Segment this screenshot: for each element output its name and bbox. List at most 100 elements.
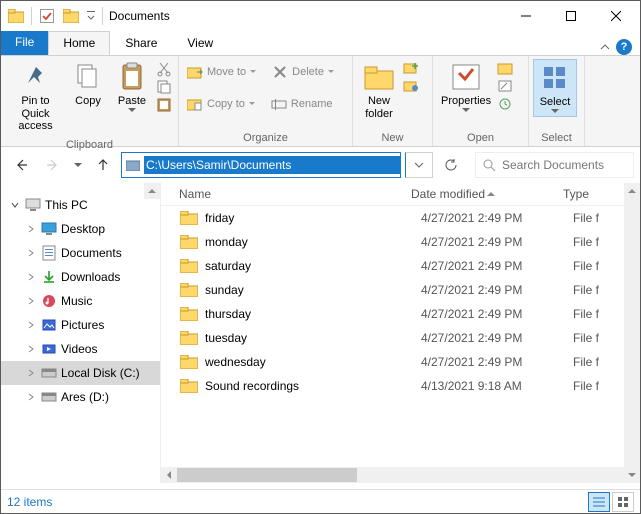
copy-to-icon [187, 96, 203, 112]
scroll-up-icon[interactable] [624, 183, 640, 199]
tab-home[interactable]: Home [48, 31, 110, 55]
navpane-scroll-up[interactable] [144, 183, 160, 199]
file-row[interactable]: tuesday4/27/2021 2:49 PMFile f [161, 326, 640, 350]
delete-button[interactable]: Delete [268, 62, 338, 82]
copy-to-button[interactable]: Copy to [183, 94, 259, 114]
copy-icon [72, 61, 104, 93]
select-button[interactable]: Select [533, 59, 577, 117]
paste-button[interactable]: Paste [110, 59, 154, 115]
chevron-right-icon[interactable] [25, 225, 37, 233]
file-name: friday [199, 211, 421, 225]
group-label-new: New [353, 131, 432, 146]
refresh-button[interactable] [437, 151, 465, 179]
back-button[interactable] [7, 151, 35, 179]
file-name: sunday [199, 283, 421, 297]
tree-item[interactable]: Downloads [1, 265, 160, 289]
address-dropdown-button[interactable] [405, 152, 433, 178]
paste-shortcut-icon[interactable] [156, 97, 172, 113]
address-input[interactable] [144, 156, 400, 174]
chevron-right-icon[interactable] [25, 249, 37, 257]
chevron-right-icon[interactable] [25, 321, 37, 329]
tab-file[interactable]: File [1, 31, 48, 55]
documents-icon [41, 245, 57, 261]
chevron-right-icon[interactable] [25, 297, 37, 305]
pin-to-quick-access-button[interactable]: Pin to Quick access [5, 59, 66, 135]
search-icon [482, 158, 496, 172]
file-date: 4/27/2021 2:49 PM [421, 283, 573, 297]
chevron-right-icon[interactable] [25, 369, 37, 377]
new-folder-icon [363, 61, 395, 93]
chevron-right-icon[interactable] [25, 345, 37, 353]
file-row[interactable]: monday4/27/2021 2:49 PMFile f [161, 230, 640, 254]
chevron-down-icon[interactable] [9, 201, 21, 209]
close-button[interactable] [593, 2, 638, 30]
file-date: 4/13/2021 9:18 AM [421, 379, 573, 393]
file-date: 4/27/2021 2:49 PM [421, 307, 573, 321]
tree-item[interactable]: Music [1, 289, 160, 313]
scroll-left-icon[interactable] [161, 471, 177, 479]
move-to-button[interactable]: Move to [183, 62, 260, 82]
pictures-icon [41, 317, 57, 333]
file-row[interactable]: saturday4/27/2021 2:49 PMFile f [161, 254, 640, 278]
help-icon[interactable]: ? [616, 39, 632, 55]
file-date: 4/27/2021 2:49 PM [421, 211, 573, 225]
new-item-icon[interactable] [403, 61, 419, 77]
copy-button[interactable]: Copy [66, 59, 110, 110]
scroll-down-icon[interactable] [624, 467, 640, 483]
file-row[interactable]: friday4/27/2021 2:49 PMFile f [161, 206, 640, 230]
file-row[interactable]: Sound recordings4/13/2021 9:18 AMFile f [161, 374, 640, 398]
file-date: 4/27/2021 2:49 PM [421, 331, 573, 345]
qat-dropdown-icon[interactable] [86, 7, 96, 25]
qat-checkbox-icon[interactable] [38, 7, 56, 25]
tree-item-label: Local Disk (C:) [61, 366, 140, 380]
tree-item-label: Documents [61, 246, 122, 260]
file-name: tuesday [199, 331, 421, 345]
downloads-icon [41, 269, 57, 285]
tree-item[interactable]: Pictures [1, 313, 160, 337]
address-bar[interactable] [121, 152, 401, 178]
forward-button[interactable] [39, 151, 67, 179]
vertical-scrollbar[interactable] [624, 183, 640, 483]
tree-this-pc[interactable]: This PC [1, 193, 160, 217]
tree-item[interactable]: Desktop [1, 217, 160, 241]
rename-button[interactable]: Rename [267, 94, 337, 114]
minimize-button[interactable] [503, 2, 548, 30]
properties-button[interactable]: Properties [437, 59, 495, 115]
tree-item[interactable]: Local Disk (C:) [1, 361, 160, 385]
file-row[interactable]: wednesday4/27/2021 2:49 PMFile f [161, 350, 640, 374]
edit-icon[interactable] [497, 79, 513, 95]
disk-icon [41, 389, 57, 405]
tree-item[interactable]: Videos [1, 337, 160, 361]
cut-icon[interactable] [156, 61, 172, 77]
horizontal-scrollbar[interactable] [161, 467, 640, 483]
chevron-right-icon[interactable] [25, 393, 37, 401]
copy-path-icon[interactable] [156, 79, 172, 95]
large-icons-view-button[interactable] [612, 492, 634, 512]
file-row[interactable]: sunday4/27/2021 2:49 PMFile f [161, 278, 640, 302]
details-view-button[interactable] [588, 492, 610, 512]
tree-item[interactable]: Documents [1, 241, 160, 265]
column-header-name[interactable]: Name [173, 187, 411, 201]
chevron-right-icon[interactable] [25, 273, 37, 281]
up-button[interactable] [89, 151, 117, 179]
search-box[interactable]: Search Documents [475, 152, 634, 178]
open-icon[interactable] [497, 61, 513, 77]
file-row[interactable]: thursday4/27/2021 2:49 PMFile f [161, 302, 640, 326]
move-to-icon [187, 64, 203, 80]
recent-locations-button[interactable] [71, 151, 85, 179]
ribbon-collapse-icon[interactable] [600, 42, 610, 52]
qat-folder-icon[interactable] [62, 7, 80, 25]
tab-view[interactable]: View [172, 31, 228, 55]
maximize-button[interactable] [548, 2, 593, 30]
easy-access-icon[interactable] [403, 79, 419, 95]
tab-share[interactable]: Share [110, 31, 172, 55]
explorer-app-icon [7, 7, 25, 25]
tree-item[interactable]: Ares (D:) [1, 385, 160, 409]
new-folder-button[interactable]: New folder [357, 59, 401, 122]
file-name: wednesday [199, 355, 421, 369]
folder-icon [179, 233, 199, 251]
column-header-date[interactable]: Date modified [411, 187, 563, 201]
navigation-pane[interactable]: This PC Desktop Documents DownloadsMusicPi… [1, 183, 161, 483]
history-icon[interactable] [497, 97, 513, 113]
tree-item-label: Ares (D:) [61, 390, 109, 404]
